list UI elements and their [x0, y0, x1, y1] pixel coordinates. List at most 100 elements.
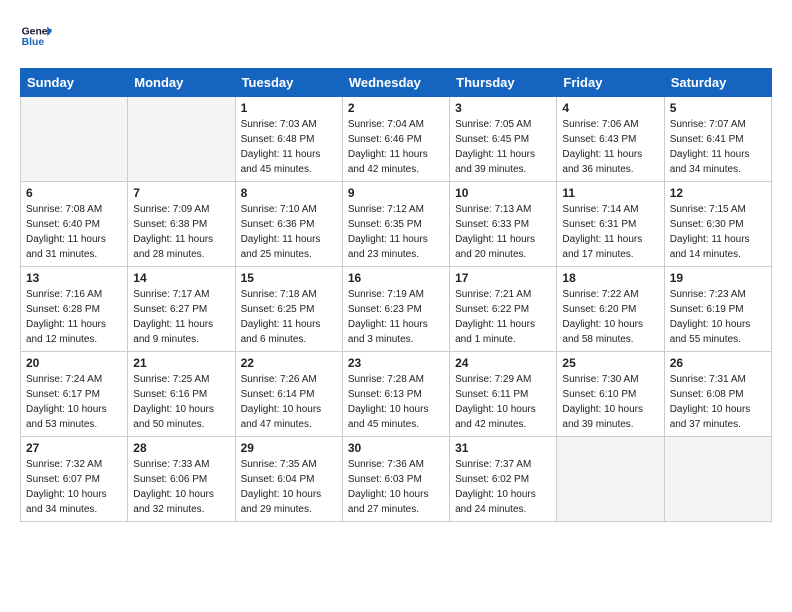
calendar-cell: [557, 437, 664, 522]
logo-icon: General Blue: [20, 20, 52, 52]
day-number: 13: [26, 271, 122, 285]
day-number: 21: [133, 356, 229, 370]
day-number: 9: [348, 186, 444, 200]
day-info: Sunrise: 7:31 AM Sunset: 6:08 PM Dayligh…: [670, 372, 766, 432]
day-info: Sunrise: 7:32 AM Sunset: 6:07 PM Dayligh…: [26, 457, 122, 517]
calendar-cell: 24 Sunrise: 7:29 AM Sunset: 6:11 PM Dayli…: [450, 352, 557, 437]
day-number: 12: [670, 186, 766, 200]
day-info: Sunrise: 7:37 AM Sunset: 6:02 PM Dayligh…: [455, 457, 551, 517]
day-number: 2: [348, 101, 444, 115]
day-number: 5: [670, 101, 766, 115]
day-number: 14: [133, 271, 229, 285]
calendar-cell: 30 Sunrise: 7:36 AM Sunset: 6:03 PM Dayli…: [342, 437, 449, 522]
day-info: Sunrise: 7:06 AM Sunset: 6:43 PM Dayligh…: [562, 117, 658, 177]
calendar-cell: 9Sunrise: 7:12 AM Sunset: 6:35 PM Daylig…: [342, 182, 449, 267]
calendar-cell: 16 Sunrise: 7:19 AM Sunset: 6:23 PM Dayli…: [342, 267, 449, 352]
weekday-header-row: SundayMondayTuesdayWednesdayThursdayFrid…: [21, 69, 772, 97]
day-info: Sunrise: 7:18 AM Sunset: 6:25 PM Dayligh…: [241, 287, 337, 347]
day-info: Sunrise: 7:22 AM Sunset: 6:20 PM Dayligh…: [562, 287, 658, 347]
calendar-cell: 11 Sunrise: 7:14 AM Sunset: 6:31 PM Dayli…: [557, 182, 664, 267]
day-number: 31: [455, 441, 551, 455]
calendar-cell: 28 Sunrise: 7:33 AM Sunset: 6:06 PM Dayli…: [128, 437, 235, 522]
calendar-cell: 1Sunrise: 7:03 AM Sunset: 6:48 PM Daylig…: [235, 97, 342, 182]
calendar-cell: [128, 97, 235, 182]
day-number: 18: [562, 271, 658, 285]
day-info: Sunrise: 7:05 AM Sunset: 6:45 PM Dayligh…: [455, 117, 551, 177]
day-number: 28: [133, 441, 229, 455]
calendar-cell: 26 Sunrise: 7:31 AM Sunset: 6:08 PM Dayli…: [664, 352, 771, 437]
calendar-cell: 14 Sunrise: 7:17 AM Sunset: 6:27 PM Dayli…: [128, 267, 235, 352]
day-info: Sunrise: 7:30 AM Sunset: 6:10 PM Dayligh…: [562, 372, 658, 432]
day-number: 26: [670, 356, 766, 370]
calendar-cell: 23 Sunrise: 7:28 AM Sunset: 6:13 PM Dayli…: [342, 352, 449, 437]
calendar-cell: 17Sunrise: 7:21 AM Sunset: 6:22 PM Dayli…: [450, 267, 557, 352]
day-info: Sunrise: 7:15 AM Sunset: 6:30 PM Dayligh…: [670, 202, 766, 262]
calendar-cell: 5 Sunrise: 7:07 AM Sunset: 6:41 PM Daylig…: [664, 97, 771, 182]
day-info: Sunrise: 7:16 AM Sunset: 6:28 PM Dayligh…: [26, 287, 122, 347]
calendar-cell: 13 Sunrise: 7:16 AM Sunset: 6:28 PM Dayli…: [21, 267, 128, 352]
week-row-2: 6 Sunrise: 7:08 AM Sunset: 6:40 PM Daylig…: [21, 182, 772, 267]
weekday-header-wednesday: Wednesday: [342, 69, 449, 97]
calendar-cell: 12 Sunrise: 7:15 AM Sunset: 6:30 PM Dayli…: [664, 182, 771, 267]
week-row-3: 13 Sunrise: 7:16 AM Sunset: 6:28 PM Dayli…: [21, 267, 772, 352]
day-number: 6: [26, 186, 122, 200]
day-number: 23: [348, 356, 444, 370]
day-number: 29: [241, 441, 337, 455]
header: General Blue: [20, 20, 772, 52]
day-info: Sunrise: 7:36 AM Sunset: 6:03 PM Dayligh…: [348, 457, 444, 517]
calendar-cell: 2 Sunrise: 7:04 AM Sunset: 6:46 PM Daylig…: [342, 97, 449, 182]
day-number: 25: [562, 356, 658, 370]
day-info: Sunrise: 7:28 AM Sunset: 6:13 PM Dayligh…: [348, 372, 444, 432]
day-info: Sunrise: 7:35 AM Sunset: 6:04 PM Dayligh…: [241, 457, 337, 517]
day-info: Sunrise: 7:19 AM Sunset: 6:23 PM Dayligh…: [348, 287, 444, 347]
day-info: Sunrise: 7:26 AM Sunset: 6:14 PM Dayligh…: [241, 372, 337, 432]
week-row-4: 20 Sunrise: 7:24 AM Sunset: 6:17 PM Dayli…: [21, 352, 772, 437]
week-row-1: 1Sunrise: 7:03 AM Sunset: 6:48 PM Daylig…: [21, 97, 772, 182]
day-info: Sunrise: 7:25 AM Sunset: 6:16 PM Dayligh…: [133, 372, 229, 432]
day-number: 22: [241, 356, 337, 370]
day-number: 7: [133, 186, 229, 200]
calendar-cell: 21 Sunrise: 7:25 AM Sunset: 6:16 PM Dayli…: [128, 352, 235, 437]
week-row-5: 27Sunrise: 7:32 AM Sunset: 6:07 PM Dayli…: [21, 437, 772, 522]
day-number: 19: [670, 271, 766, 285]
day-info: Sunrise: 7:29 AM Sunset: 6:11 PM Dayligh…: [455, 372, 551, 432]
day-number: 3: [455, 101, 551, 115]
calendar-cell: 3 Sunrise: 7:05 AM Sunset: 6:45 PM Daylig…: [450, 97, 557, 182]
day-info: Sunrise: 7:07 AM Sunset: 6:41 PM Dayligh…: [670, 117, 766, 177]
weekday-header-tuesday: Tuesday: [235, 69, 342, 97]
weekday-header-thursday: Thursday: [450, 69, 557, 97]
calendar-cell: [664, 437, 771, 522]
day-info: Sunrise: 7:09 AM Sunset: 6:38 PM Dayligh…: [133, 202, 229, 262]
weekday-header-saturday: Saturday: [664, 69, 771, 97]
day-number: 8: [241, 186, 337, 200]
day-info: Sunrise: 7:04 AM Sunset: 6:46 PM Dayligh…: [348, 117, 444, 177]
calendar-cell: 18 Sunrise: 7:22 AM Sunset: 6:20 PM Dayli…: [557, 267, 664, 352]
calendar-cell: 10Sunrise: 7:13 AM Sunset: 6:33 PM Dayli…: [450, 182, 557, 267]
calendar-cell: 15 Sunrise: 7:18 AM Sunset: 6:25 PM Dayli…: [235, 267, 342, 352]
day-number: 16: [348, 271, 444, 285]
day-number: 1: [241, 101, 337, 115]
calendar-table: SundayMondayTuesdayWednesdayThursdayFrid…: [20, 68, 772, 522]
calendar-cell: 19Sunrise: 7:23 AM Sunset: 6:19 PM Dayli…: [664, 267, 771, 352]
day-info: Sunrise: 7:08 AM Sunset: 6:40 PM Dayligh…: [26, 202, 122, 262]
day-number: 20: [26, 356, 122, 370]
weekday-header-friday: Friday: [557, 69, 664, 97]
day-number: 17: [455, 271, 551, 285]
calendar-cell: 31 Sunrise: 7:37 AM Sunset: 6:02 PM Dayli…: [450, 437, 557, 522]
calendar-cell: 25 Sunrise: 7:30 AM Sunset: 6:10 PM Dayli…: [557, 352, 664, 437]
svg-text:Blue: Blue: [22, 37, 45, 48]
calendar-cell: 27Sunrise: 7:32 AM Sunset: 6:07 PM Dayli…: [21, 437, 128, 522]
calendar-cell: 29 Sunrise: 7:35 AM Sunset: 6:04 PM Dayli…: [235, 437, 342, 522]
weekday-header-sunday: Sunday: [21, 69, 128, 97]
day-number: 15: [241, 271, 337, 285]
day-info: Sunrise: 7:17 AM Sunset: 6:27 PM Dayligh…: [133, 287, 229, 347]
day-info: Sunrise: 7:10 AM Sunset: 6:36 PM Dayligh…: [241, 202, 337, 262]
day-info: Sunrise: 7:24 AM Sunset: 6:17 PM Dayligh…: [26, 372, 122, 432]
calendar-cell: 22 Sunrise: 7:26 AM Sunset: 6:14 PM Dayli…: [235, 352, 342, 437]
day-info: Sunrise: 7:14 AM Sunset: 6:31 PM Dayligh…: [562, 202, 658, 262]
day-number: 30: [348, 441, 444, 455]
weekday-header-monday: Monday: [128, 69, 235, 97]
day-number: 11: [562, 186, 658, 200]
day-info: Sunrise: 7:33 AM Sunset: 6:06 PM Dayligh…: [133, 457, 229, 517]
day-number: 24: [455, 356, 551, 370]
